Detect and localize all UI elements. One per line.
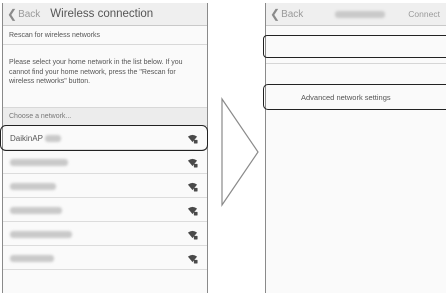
chevron-left-icon: ❮ bbox=[270, 7, 281, 21]
network-name bbox=[10, 206, 62, 214]
back-button[interactable]: ❮ Back bbox=[270, 8, 303, 20]
network-name bbox=[10, 254, 54, 262]
network-title bbox=[335, 10, 386, 18]
rescan-button[interactable]: Rescan for wireless networks bbox=[3, 26, 207, 45]
wifi-lock-icon bbox=[187, 206, 198, 216]
back-button[interactable]: ❮ Back bbox=[7, 8, 40, 20]
network-item[interactable] bbox=[3, 247, 207, 270]
back-label: Back bbox=[281, 8, 304, 20]
nav-bar: ❮ Back Connect bbox=[266, 3, 446, 26]
nav-bar: ❮ Back Wireless connection bbox=[3, 3, 207, 26]
network-name bbox=[10, 158, 68, 166]
advanced-settings-label: Advanced network settings bbox=[301, 93, 391, 102]
network-name bbox=[10, 230, 72, 238]
divider bbox=[266, 63, 446, 64]
chevron-left-icon: ❮ bbox=[7, 7, 18, 21]
network-item[interactable] bbox=[3, 175, 207, 198]
wifi-lock-icon bbox=[187, 230, 198, 240]
network-name bbox=[10, 182, 56, 190]
rescan-label: Rescan for wireless networks bbox=[9, 32, 101, 39]
wifi-lock-icon bbox=[187, 158, 198, 168]
wifi-lock-icon bbox=[187, 254, 198, 264]
arrow-right-icon bbox=[221, 97, 259, 207]
back-label: Back bbox=[18, 8, 41, 20]
password-field[interactable] bbox=[263, 35, 446, 58]
instructions-text: Please select your home network in the l… bbox=[9, 59, 183, 85]
choose-network-header: Choose a network... bbox=[3, 108, 207, 126]
page-title: Wireless connection bbox=[50, 8, 154, 20]
instructions: Please select your home network in the l… bbox=[3, 46, 207, 108]
selected-network-highlight bbox=[0, 125, 208, 151]
network-item[interactable] bbox=[3, 151, 207, 174]
network-item[interactable] bbox=[3, 223, 207, 246]
network-item[interactable] bbox=[3, 199, 207, 222]
choose-network-label: Choose a network... bbox=[9, 113, 72, 120]
connect-button[interactable]: Connect bbox=[408, 9, 440, 19]
wifi-lock-icon bbox=[187, 182, 198, 192]
